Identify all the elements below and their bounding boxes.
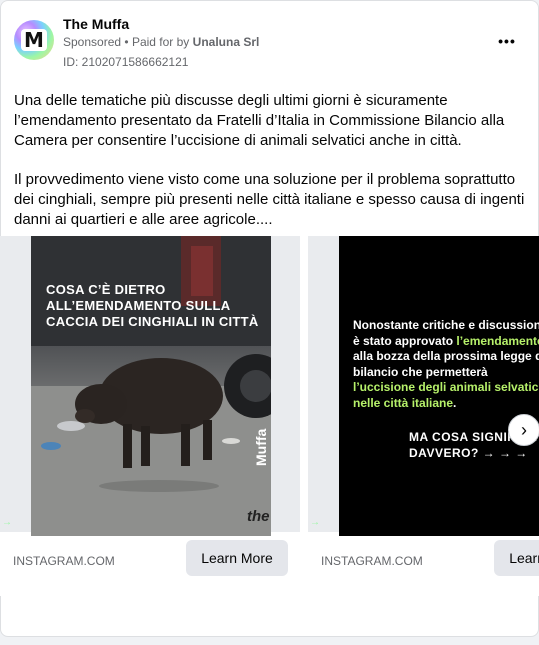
slide-text-part: alla bozza della prossima legge di bilan… (353, 349, 539, 379)
ad-id: ID: 2102071586662121 (63, 55, 189, 69)
text-slide-image[interactable]: Nonostante critiche e discussioni, è sta… (339, 236, 539, 536)
carousel-image-frame: COSA C’È DIETRO ALL’EMENDAMENTO SULLA CA… (0, 236, 300, 536)
image-headline: COSA C’È DIETRO ALL’EMENDAMENTO SULLA CA… (46, 282, 259, 329)
source-domain[interactable]: INSTAGRAM.COM (321, 554, 423, 568)
chevron-right-icon[interactable]: › (508, 414, 539, 446)
more-options-icon[interactable]: ••• (493, 29, 521, 53)
the-watermark-logo: the (247, 508, 270, 525)
post-body: Una delle tematiche più discusse degli u… (14, 91, 529, 249)
boar-photo-illustration (31, 236, 271, 536)
slide-highlight: l’emendamento (456, 333, 539, 348)
carousel-image-frame: Nonostante critiche e discussioni, è sta… (308, 236, 539, 536)
page-avatar[interactable]: M (14, 20, 54, 60)
learn-more-button[interactable]: Learn More (494, 540, 539, 576)
carousel-card-1[interactable]: COSA C’È DIETRO ALL’EMENDAMENTO SULLA CA… (0, 236, 300, 596)
post-paragraph-1: Una delle tematiche più discusse degli u… (14, 92, 505, 149)
slide-arrow-icon: → (2, 517, 12, 528)
meta-separator: • (124, 35, 129, 49)
slide-text: Nonostante critiche e discussioni, è sta… (353, 318, 539, 411)
slide-highlight: l’uccisione degli animali selvatici nell… (353, 380, 539, 410)
slide-arrow-icon: → (310, 517, 320, 528)
carousel-card-2[interactable]: Nonostante critiche e discussioni, è sta… (308, 236, 539, 596)
page-name-link[interactable]: The Muffa (63, 16, 129, 32)
avatar-logo-letter: M (21, 29, 47, 51)
muffa-watermark-logo: Muffa (253, 428, 269, 466)
paid-for-name: Unaluna Srl (192, 35, 260, 49)
learn-more-button[interactable]: Learn More (186, 540, 288, 576)
sponsored-label[interactable]: Sponsored (63, 35, 121, 49)
boar-image[interactable]: COSA C’È DIETRO ALL’EMENDAMENTO SULLA CA… (31, 236, 271, 536)
slide-text-part: . (453, 395, 457, 410)
sponsored-meta: Sponsored • Paid for by Unaluna Srl (63, 35, 259, 49)
source-domain[interactable]: INSTAGRAM.COM (13, 554, 115, 568)
ad-carousel: COSA C’È DIETRO ALL’EMENDAMENTO SULLA CA… (0, 236, 539, 636)
paid-for-prefix: Paid for by (131, 35, 190, 49)
post-paragraph-2: Il provvedimento viene visto come una so… (14, 171, 525, 228)
